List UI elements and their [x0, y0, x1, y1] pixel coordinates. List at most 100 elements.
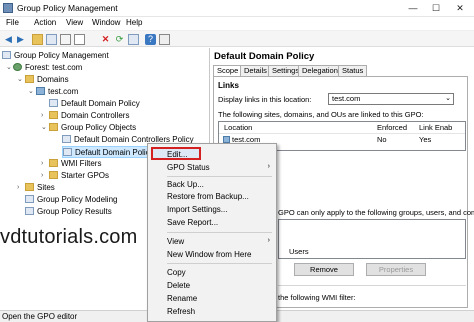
properties-button[interactable]: Properties — [366, 263, 426, 276]
menu-item-back-up[interactable]: Back Up... — [167, 180, 204, 189]
minimize-button[interactable]: — — [402, 0, 424, 17]
security-filter-list[interactable]: Users — [278, 219, 466, 259]
forward-icon[interactable]: ▶ — [15, 34, 26, 45]
links-heading: Links — [218, 81, 239, 90]
domain-icon — [223, 136, 230, 143]
row-link-enabled: Yes — [419, 135, 432, 144]
pane-title: Default Domain Policy — [214, 51, 315, 62]
menu-bar: File Action View Window Help — [0, 17, 474, 30]
context-menu: Edit... GPO Status › Back Up... Restore … — [147, 143, 277, 322]
display-links-value: test.com — [332, 94, 361, 103]
menu-separator — [167, 263, 272, 264]
copy-icon[interactable] — [74, 34, 85, 45]
menu-item-delete[interactable]: Delete — [167, 281, 190, 290]
menu-help[interactable]: Help — [126, 18, 142, 27]
security-filter-item[interactable]: Users — [289, 246, 309, 258]
gpo-icon — [62, 135, 71, 143]
menu-item-rename[interactable]: Rename — [167, 294, 197, 303]
tree-domains[interactable]: Domains — [25, 74, 69, 86]
column-link-enabled[interactable]: Link Enab — [419, 122, 452, 134]
tree-sites[interactable]: Sites — [25, 182, 55, 194]
window-title: Group Policy Management — [17, 3, 118, 13]
chevron-right-icon: › — [267, 163, 270, 170]
menu-action[interactable]: Action — [34, 18, 56, 27]
menu-window[interactable]: Window — [92, 18, 120, 27]
expand-icon[interactable]: ⌄ — [28, 86, 34, 98]
wmi-description: the following WMI filter: — [278, 293, 356, 302]
ou-icon — [49, 111, 58, 119]
tree-gpo-default-domain-policy[interactable]: Default Domain Policy — [62, 146, 158, 158]
menu-separator — [167, 232, 272, 233]
links-list-header: Location Enforced Link Enab — [219, 122, 465, 134]
tree-group-policy-modeling[interactable]: Group Policy Modeling — [25, 194, 117, 206]
domain-icon — [36, 87, 45, 95]
gpm-icon — [2, 51, 11, 59]
menu-item-new-window[interactable]: New Window from Here — [167, 250, 251, 259]
tree-link-default-domain-policy[interactable]: Default Domain Policy — [49, 98, 140, 110]
display-links-select[interactable]: test.com ⌄ — [328, 93, 454, 105]
chevron-down-icon: ⌄ — [445, 95, 451, 102]
menu-item-edit[interactable]: Edit... — [167, 150, 187, 159]
folder-icon — [49, 159, 58, 167]
menu-file[interactable]: File — [6, 18, 19, 27]
console-icon[interactable] — [159, 34, 170, 45]
results-icon — [25, 207, 34, 215]
toolbar: ◀ ▶ ✕ ⟳ ? — [0, 30, 474, 47]
expand-icon[interactable]: › — [41, 110, 43, 122]
expand-icon[interactable]: ⌄ — [41, 122, 47, 134]
help-icon[interactable]: ? — [145, 34, 156, 45]
forest-icon — [13, 63, 22, 71]
folder-icon — [49, 171, 58, 179]
expand-icon[interactable]: ⌄ — [17, 74, 23, 86]
up-folder-icon[interactable] — [32, 34, 43, 45]
expand-icon[interactable]: ⌄ — [6, 62, 12, 74]
gpo-link-icon — [49, 99, 58, 107]
gpo-icon — [63, 148, 72, 156]
tree-forest[interactable]: Forest: test.com — [13, 62, 82, 74]
app-icon — [3, 3, 13, 13]
menu-item-refresh[interactable]: Refresh — [167, 307, 195, 316]
title-bar: Group Policy Management — ☐ ✕ — [0, 0, 474, 17]
refresh-icon[interactable]: ⟳ — [114, 34, 125, 45]
tree-root[interactable]: Group Policy Management — [2, 50, 109, 62]
tree-group-policy-objects[interactable]: Group Policy Objects — [49, 122, 136, 134]
linked-description: The following sites, domains, and OUs ar… — [218, 110, 424, 119]
menu-item-copy[interactable]: Copy — [167, 268, 186, 277]
maximize-button[interactable]: ☐ — [425, 0, 447, 17]
close-button[interactable]: ✕ — [449, 0, 471, 17]
folder-icon — [25, 75, 34, 83]
tree-group-policy-results[interactable]: Group Policy Results — [25, 206, 112, 218]
chevron-right-icon: › — [267, 237, 270, 244]
watermark-text: vdtutorials.com — [0, 226, 138, 248]
menu-item-restore[interactable]: Restore from Backup... — [167, 192, 249, 201]
menu-item-import[interactable]: Import Settings... — [167, 205, 227, 214]
tree-domain[interactable]: test.com — [36, 86, 78, 98]
tree-domain-controllers[interactable]: Domain Controllers — [49, 110, 129, 122]
divider — [278, 285, 466, 286]
tree-starter-gpos[interactable]: Starter GPOs — [49, 170, 109, 182]
remove-button[interactable]: Remove — [294, 263, 354, 276]
folder-icon — [49, 123, 58, 131]
expand-icon[interactable]: › — [41, 158, 43, 170]
tree-wmi-filters[interactable]: WMI Filters — [49, 158, 101, 170]
column-location[interactable]: Location — [224, 122, 252, 134]
delete-icon[interactable]: ✕ — [100, 34, 111, 45]
display-links-label: Display links in this location: — [218, 95, 312, 104]
menu-separator — [167, 176, 272, 177]
status-text: Open the GPO editor — [2, 312, 78, 321]
export-icon[interactable] — [128, 34, 139, 45]
menu-view[interactable]: View — [66, 18, 83, 27]
expand-icon[interactable]: › — [17, 182, 19, 194]
row-enforced: No — [377, 135, 387, 144]
menu-item-gpo-status[interactable]: GPO Status — [167, 163, 210, 172]
properties-icon[interactable] — [60, 34, 71, 45]
sites-icon — [25, 183, 34, 191]
menu-item-save-report[interactable]: Save Report... — [167, 218, 218, 227]
menu-item-view[interactable]: View — [167, 237, 184, 246]
column-enforced[interactable]: Enforced — [377, 122, 407, 134]
show-tree-icon[interactable] — [46, 34, 57, 45]
modeling-icon — [25, 195, 34, 203]
expand-icon[interactable]: › — [41, 170, 43, 182]
security-filter-description: GPO can only apply to the following grou… — [278, 208, 474, 217]
back-icon[interactable]: ◀ — [3, 34, 14, 45]
